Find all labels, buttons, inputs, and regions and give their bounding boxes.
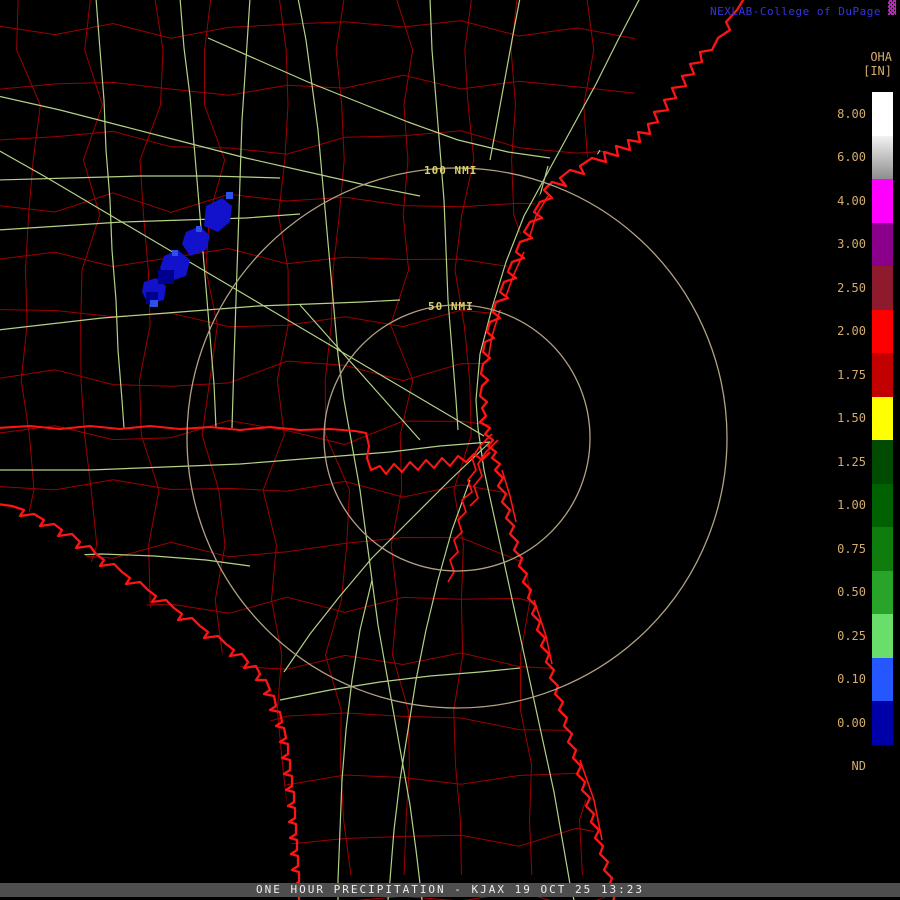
legend-swatch bbox=[872, 745, 893, 789]
legend-row: 1.50 bbox=[820, 397, 893, 441]
range-ring-100nmi bbox=[187, 168, 727, 708]
county-line bbox=[0, 131, 635, 154]
legend-swatch bbox=[872, 440, 893, 484]
legend-row: 3.00 bbox=[820, 223, 893, 267]
brand-text: NEXLAB-College of DuPage bbox=[710, 5, 881, 18]
color-scale-legend: 8.00 6.00 4.00 3.00 2.50 2.00 1.75 1.50 1.25 1.00… bbox=[820, 92, 893, 788]
legend-swatch bbox=[872, 484, 893, 528]
legend-label: 2.50 bbox=[820, 281, 866, 295]
legend-swatch bbox=[872, 266, 893, 310]
legend-label: 0.25 bbox=[820, 629, 866, 643]
range-ring-label-50: 50 NMI bbox=[428, 300, 474, 313]
legend-label: 2.00 bbox=[820, 324, 866, 338]
legend-row: 0.75 bbox=[820, 527, 893, 571]
county-line bbox=[575, 0, 597, 875]
legend-row: 0.00 bbox=[820, 701, 893, 745]
legend-row: 0.50 bbox=[820, 571, 893, 615]
legend-row: 8.00 bbox=[820, 92, 893, 136]
county-line bbox=[391, 0, 413, 875]
county-line bbox=[0, 653, 635, 676]
status-bar: ONE HOUR PRECIPITATION - KJAX 19 OCT 25 … bbox=[0, 883, 900, 897]
county-line bbox=[0, 21, 635, 39]
legend-swatch bbox=[872, 658, 893, 702]
legend-label: 0.00 bbox=[820, 716, 866, 730]
county-line bbox=[17, 0, 41, 875]
legend-row: 4.00 bbox=[820, 179, 893, 223]
radar-viewport: 100 NMI 50 NMI NEXLAB-College of DuPage … bbox=[0, 0, 900, 900]
legend-row: 2.00 bbox=[820, 310, 893, 354]
county-line bbox=[0, 828, 635, 846]
county-borders bbox=[0, 0, 635, 900]
coastline bbox=[0, 0, 745, 900]
product-code-label: OHA bbox=[863, 50, 892, 64]
highways bbox=[0, 0, 640, 900]
product-label-block: OHA [IN] bbox=[863, 50, 892, 78]
legend-label: 1.50 bbox=[820, 411, 866, 425]
legend-row: 1.00 bbox=[820, 484, 893, 528]
cod-logo-icon: ▓ bbox=[888, 2, 896, 15]
county-line bbox=[79, 0, 103, 875]
atlantic-coastline bbox=[480, 0, 745, 900]
legend-label: ND bbox=[820, 759, 866, 773]
legend-row: 2.50 bbox=[820, 266, 893, 310]
state-border bbox=[0, 426, 490, 474]
legend-label: 8.00 bbox=[820, 107, 866, 121]
county-line bbox=[0, 361, 635, 386]
legend-swatch bbox=[872, 92, 893, 136]
legend-label: 1.75 bbox=[820, 368, 866, 382]
product-units-label: [IN] bbox=[863, 64, 892, 78]
county-line bbox=[511, 0, 536, 875]
county-line bbox=[0, 478, 635, 499]
legend-swatch bbox=[872, 701, 893, 745]
legend-row: 0.25 bbox=[820, 614, 893, 658]
county-line bbox=[202, 0, 225, 875]
legend-row: 0.10 bbox=[820, 658, 893, 702]
county-line bbox=[0, 594, 635, 616]
legend-label: 1.00 bbox=[820, 498, 866, 512]
legend-row: 6.00 bbox=[820, 136, 893, 180]
legend-swatch bbox=[872, 527, 893, 571]
legend-swatch bbox=[872, 179, 893, 223]
county-line bbox=[0, 711, 635, 733]
legend-swatch bbox=[872, 310, 893, 354]
legend-label: 0.75 bbox=[820, 542, 866, 556]
range-ring-labels: 100 NMI 50 NMI bbox=[424, 164, 477, 313]
legend-label: 1.25 bbox=[820, 455, 866, 469]
legend-row: ND bbox=[820, 745, 893, 789]
legend-label: 6.00 bbox=[820, 150, 866, 164]
county-line bbox=[0, 421, 635, 445]
status-text: ONE HOUR PRECIPITATION - KJAX 19 OCT 25 … bbox=[256, 883, 644, 896]
county-line bbox=[0, 773, 635, 789]
legend-swatch bbox=[872, 353, 893, 397]
river bbox=[448, 434, 498, 582]
precipitation-echoes bbox=[142, 192, 233, 307]
legend-row: 1.25 bbox=[820, 440, 893, 484]
legend-swatch bbox=[872, 571, 893, 615]
legend-label: 0.50 bbox=[820, 585, 866, 599]
county-line bbox=[325, 0, 351, 875]
range-ring-label-100: 100 NMI bbox=[424, 164, 477, 177]
range-rings bbox=[187, 168, 727, 708]
legend-swatch bbox=[872, 397, 893, 441]
legend-row: 1.75 bbox=[820, 353, 893, 397]
range-ring-50nmi bbox=[324, 305, 590, 571]
legend-label: 3.00 bbox=[820, 237, 866, 251]
radar-map: 100 NMI 50 NMI bbox=[0, 0, 900, 900]
legend-swatch bbox=[872, 223, 893, 267]
legend-swatch bbox=[872, 614, 893, 658]
legend-label: 4.00 bbox=[820, 194, 866, 208]
county-line bbox=[0, 249, 635, 270]
legend-swatch bbox=[872, 136, 893, 180]
legend-label: 0.10 bbox=[820, 672, 866, 686]
